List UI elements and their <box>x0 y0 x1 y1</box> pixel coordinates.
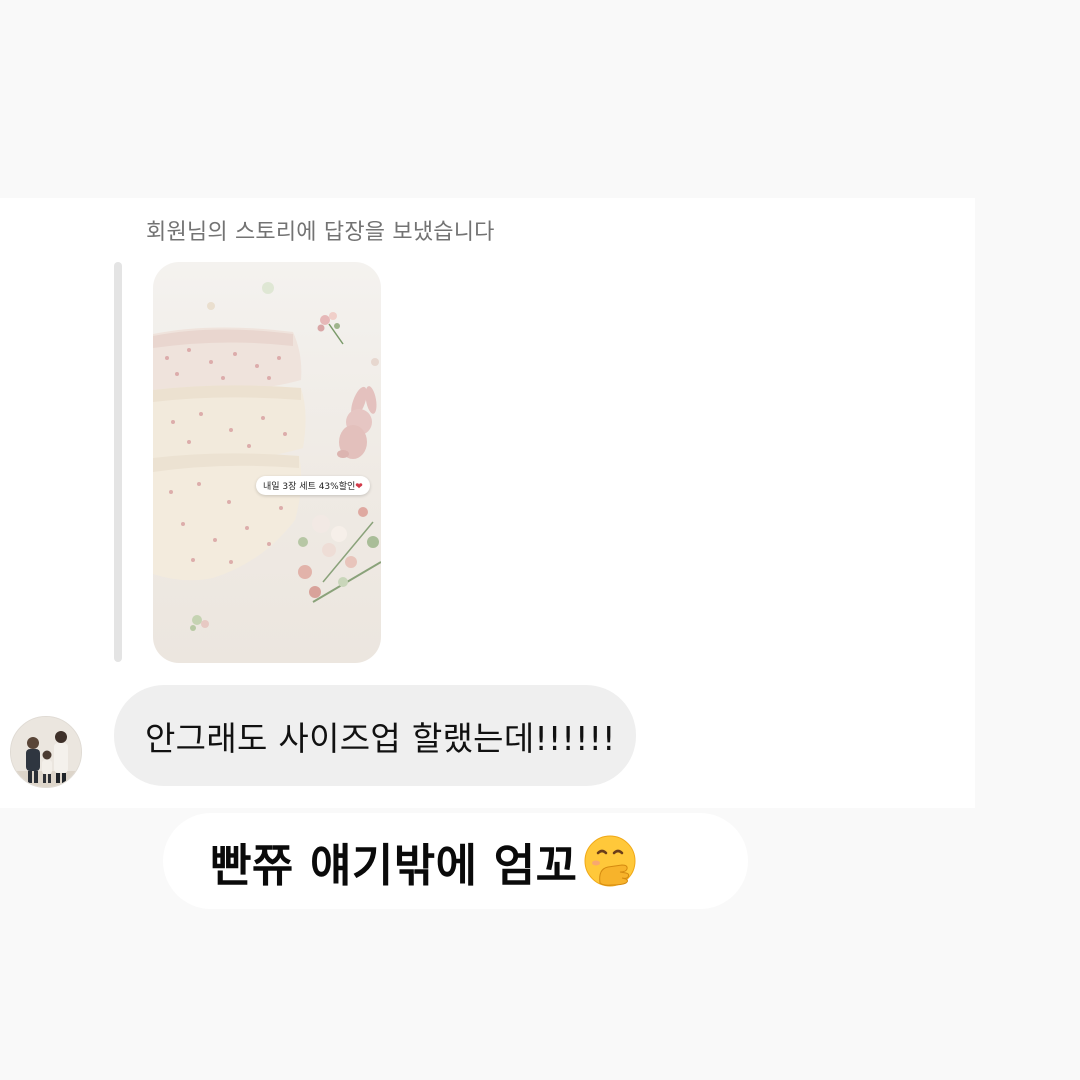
flower-sprig-top <box>317 312 344 345</box>
story-reply-caption: 회원님의 스토리에 답장을 보냈습니다 <box>146 220 495 245</box>
family-photo-icon <box>11 717 81 787</box>
face-with-hand-over-mouth-icon <box>582 833 638 889</box>
flower-sprig-bottom <box>190 615 209 631</box>
reply-quote-bar <box>114 262 122 662</box>
overlay-caption-text: 빤쮸 얘기밖에 엄꼬 <box>210 838 578 892</box>
flower-bouquet <box>298 507 381 603</box>
heart-icon: ❤ <box>355 482 363 492</box>
story-sale-sticker: 내일 3장 세트 43%할인❤ <box>256 476 370 495</box>
bunny-plush <box>337 386 377 459</box>
avatar[interactable] <box>10 716 82 788</box>
underwear-stack <box>153 327 306 581</box>
message-text: 안그래도 사이즈업 할랬는데!!!!!! <box>145 718 616 758</box>
story-image <box>153 282 381 631</box>
message-bubble[interactable]: 안그래도 사이즈업 할랬는데!!!!!! <box>114 685 636 786</box>
overlay-caption: 빤쮸 얘기밖에 엄꼬 <box>163 813 748 909</box>
story-thumbnail[interactable]: 내일 3장 세트 43%할인❤ <box>153 262 381 663</box>
story-sale-text: 내일 3장 세트 43%할인 <box>263 482 356 492</box>
screen: 회원님의 스토리에 답장을 보냈습니다 내일 3장 세트 43%할인❤ 안그래도… <box>0 0 1080 1080</box>
